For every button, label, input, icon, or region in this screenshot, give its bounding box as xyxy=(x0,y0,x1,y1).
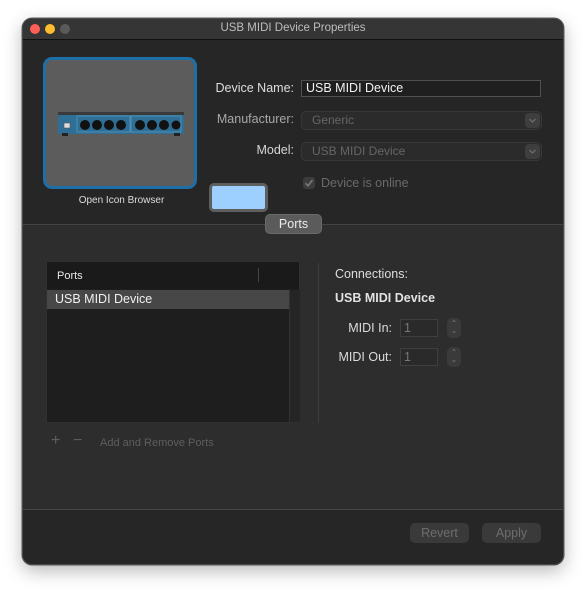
window-title: USB MIDI Device Properties xyxy=(220,22,366,34)
midi-out-label: MIDI Out: xyxy=(338,350,392,364)
ports-table[interactable]: Ports USB MIDI Device xyxy=(46,261,300,423)
midi-out-field[interactable]: 1 xyxy=(400,348,438,366)
apply-button[interactable]: Apply xyxy=(482,523,541,543)
ports-section-label: Ports xyxy=(265,214,322,234)
connections-device-name: USB MIDI Device xyxy=(335,291,436,305)
midi-in-label: MIDI In: xyxy=(348,321,392,335)
manufacturer-value: Generic xyxy=(312,113,355,127)
remove-port-button[interactable]: − xyxy=(73,432,82,450)
chevron-down-icon xyxy=(525,144,540,159)
device-online-label: Device is online xyxy=(321,176,409,190)
add-port-button[interactable]: + xyxy=(51,432,60,450)
ports-column-header[interactable]: Ports xyxy=(47,262,299,289)
device-name-label: Device Name: xyxy=(215,81,295,95)
model-popup[interactable]: USB MIDI Device xyxy=(301,142,542,161)
connections-title: Connections: xyxy=(335,267,408,281)
midi-in-stepper[interactable]: ⌃ ⌄ xyxy=(447,318,461,338)
manufacturer-label: Manufacturer: xyxy=(216,112,294,126)
midi-interface-device-icon xyxy=(58,112,184,136)
midi-in-field[interactable]: 1 xyxy=(400,319,438,337)
chevron-down-icon xyxy=(525,113,540,128)
ports-scrollbar[interactable] xyxy=(289,290,300,422)
device-info-panel: Open Icon Browser Device Name: USB MIDI … xyxy=(23,40,563,224)
ports-panel: Ports USB MIDI Device + − Add and Remove… xyxy=(23,225,563,509)
table-row[interactable]: USB MIDI Device xyxy=(47,290,289,309)
open-icon-browser-label[interactable]: Open Icon Browser xyxy=(43,195,200,206)
stepper-down-icon[interactable]: ⌄ xyxy=(447,356,461,364)
ports-column-title: Ports xyxy=(57,270,83,282)
revert-button[interactable]: Revert xyxy=(410,523,469,543)
device-name-field[interactable]: USB MIDI Device xyxy=(301,80,541,97)
column-divider[interactable] xyxy=(258,268,259,282)
manufacturer-popup[interactable]: Generic xyxy=(301,111,542,130)
vertical-divider xyxy=(318,263,319,423)
device-properties-window: USB MIDI Device Properties Open Icon Bro… xyxy=(22,18,564,565)
stepper-down-icon[interactable]: ⌄ xyxy=(447,327,461,335)
device-color-well[interactable] xyxy=(209,183,268,212)
add-remove-label: Add and Remove Ports xyxy=(100,437,214,449)
footer: Revert Apply xyxy=(23,510,563,564)
midi-out-stepper[interactable]: ⌃ ⌄ xyxy=(447,347,461,367)
device-icon-button[interactable] xyxy=(43,57,197,189)
model-label: Model: xyxy=(256,143,294,157)
checkmark-icon[interactable] xyxy=(303,177,315,189)
title-bar[interactable]: USB MIDI Device Properties xyxy=(23,19,563,40)
model-value: USB MIDI Device xyxy=(312,144,406,158)
